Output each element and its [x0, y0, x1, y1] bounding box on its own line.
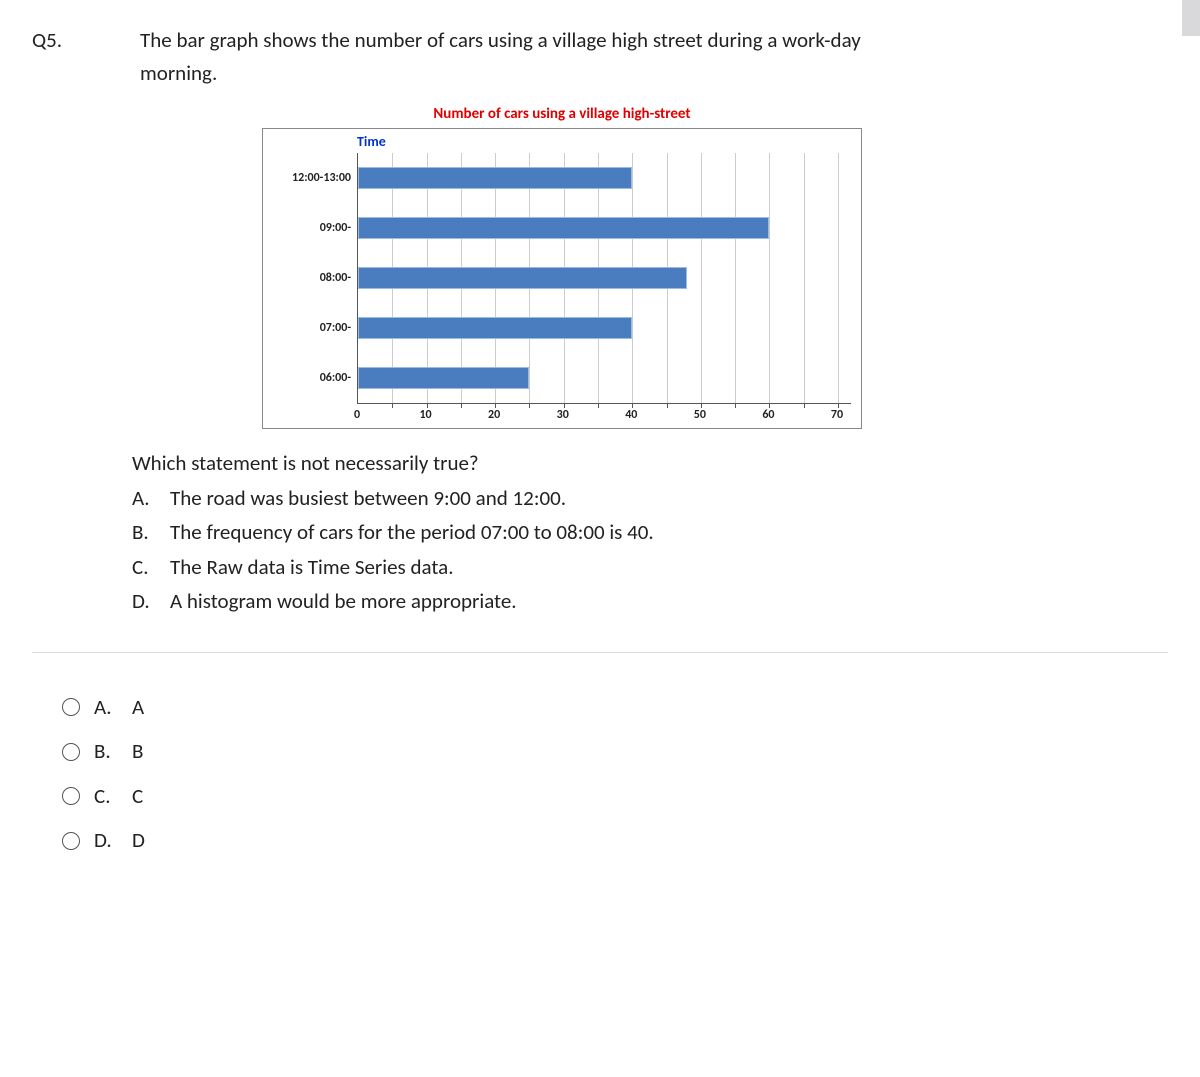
- chart-x-tick-label: 20: [488, 406, 500, 425]
- answer-option-b[interactable]: B. B: [62, 735, 1168, 768]
- chart-box: Time 12:00-13:0009:00-08:00-07:00-06:00-…: [262, 128, 862, 429]
- statement-row: A. The road was busiest between 9:00 and…: [132, 482, 1168, 515]
- chart-plot: 12:00-13:0009:00-08:00-07:00-06:00-: [273, 153, 851, 404]
- chart-x-tick-label: 30: [557, 406, 569, 425]
- chart-x-tick-label: 60: [762, 406, 774, 425]
- answer-letter: B.: [94, 735, 118, 768]
- statement-row: D. A histogram would be more appropriate…: [132, 585, 1168, 618]
- statement-row: B. The frequency of cars for the period …: [132, 516, 1168, 549]
- chart-bar: [358, 167, 632, 189]
- chart-bar: [358, 217, 769, 239]
- chart-ylabel: Time: [357, 131, 851, 153]
- chart-category-label: 07:00-: [273, 303, 357, 353]
- chart-bar: [358, 367, 529, 389]
- statements-block: Which statement is not necessarily true?…: [132, 447, 1168, 618]
- answer-options: A. A B. B C. C D. D: [32, 652, 1168, 857]
- question-prompt-line: The bar graph shows the number of cars u…: [140, 24, 1168, 57]
- chart-x-tick-label: 40: [625, 406, 637, 425]
- radio-icon: [62, 832, 80, 850]
- question-prompt-line: morning.: [140, 57, 1168, 90]
- question-page: Q5. The bar graph shows the number of ca…: [0, 0, 1200, 1077]
- radio-icon: [62, 743, 80, 761]
- question-number: Q5.: [32, 24, 102, 57]
- statement-text: The Raw data is Time Series data.: [170, 551, 454, 584]
- chart-category-label: 08:00-: [273, 253, 357, 303]
- statement-letter: C.: [132, 551, 156, 584]
- chart-bar: [358, 317, 632, 339]
- answer-value: A: [132, 691, 144, 724]
- answer-value: C: [132, 780, 143, 813]
- answer-letter: D.: [94, 824, 118, 857]
- chart-y-categories: 12:00-13:0009:00-08:00-07:00-06:00-: [273, 153, 357, 404]
- chart-x-tick-label: 10: [419, 406, 431, 425]
- chart-container: Number of cars using a village high-stre…: [262, 103, 862, 429]
- sub-question: Which statement is not necessarily true?: [132, 447, 1168, 480]
- answer-value: B: [132, 735, 143, 768]
- answer-option-d[interactable]: D. D: [62, 824, 1168, 857]
- answer-option-c[interactable]: C. C: [62, 780, 1168, 813]
- radio-icon: [62, 698, 80, 716]
- chart-x-tick-label: 0: [354, 406, 360, 425]
- statement-row: C. The Raw data is Time Series data.: [132, 551, 1168, 584]
- chart-category-label: 06:00-: [273, 353, 357, 403]
- chart-category-label: 09:00-: [273, 203, 357, 253]
- chart-x-ticks: 010203040506070: [357, 404, 837, 422]
- statement-letter: D.: [132, 585, 156, 618]
- statement-letter: B.: [132, 516, 156, 549]
- chart-category-label: 12:00-13:00: [273, 153, 357, 203]
- chart-plot-area: [357, 153, 851, 404]
- chart-title: Number of cars using a village high-stre…: [262, 103, 862, 126]
- answer-letter: C.: [94, 780, 118, 813]
- chart-x-tick-label: 50: [694, 406, 706, 425]
- answer-option-a[interactable]: A. A: [62, 691, 1168, 724]
- statement-letter: A.: [132, 482, 156, 515]
- question-header: Q5. The bar graph shows the number of ca…: [32, 24, 1168, 89]
- scrollbar-thumb[interactable]: [1182, 0, 1200, 36]
- statement-text: The frequency of cars for the period 07:…: [170, 516, 654, 549]
- statement-text: A histogram would be more appropriate.: [170, 585, 517, 618]
- answer-value: D: [132, 824, 145, 857]
- chart-x-tick-label: 70: [831, 406, 843, 425]
- radio-icon: [62, 787, 80, 805]
- answer-letter: A.: [94, 691, 118, 724]
- statement-text: The road was busiest between 9:00 and 12…: [170, 482, 566, 515]
- chart-bar: [358, 267, 687, 289]
- question-body: The bar graph shows the number of cars u…: [140, 24, 1168, 89]
